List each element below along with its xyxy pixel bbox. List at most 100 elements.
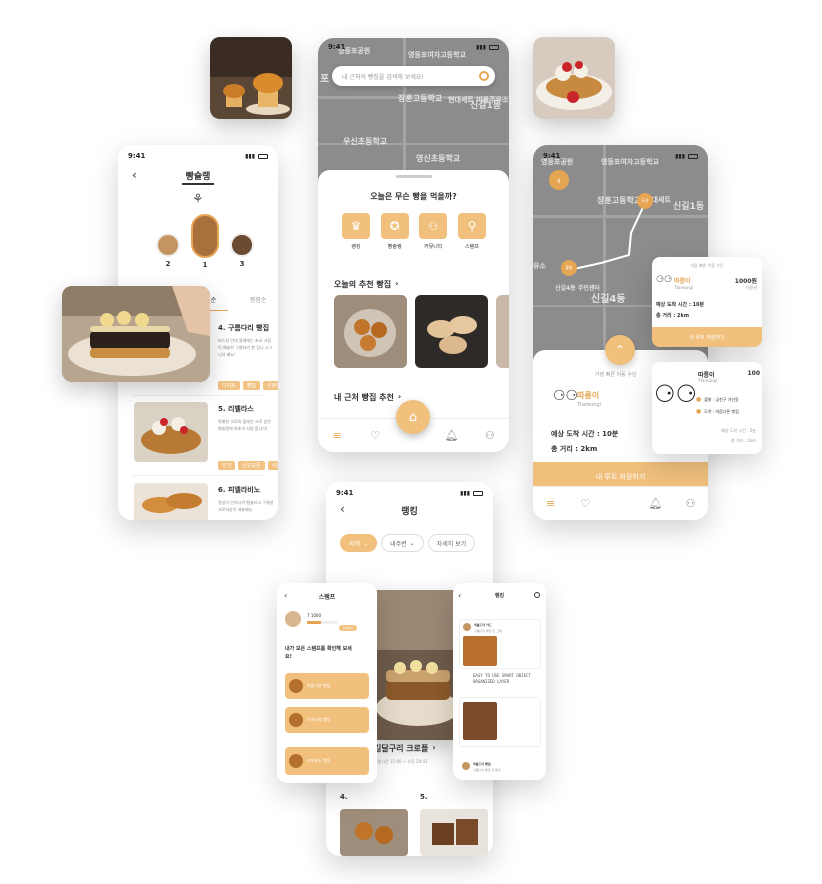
- tab-label: 평점순: [249, 297, 267, 304]
- transport-sub: Ttareungi: [577, 402, 602, 408]
- podium-1[interactable]: 1: [191, 214, 219, 269]
- filter-region[interactable]: 지역 ⌄: [340, 534, 378, 552]
- status-bar: 9:41 ▮▮▮: [336, 487, 483, 499]
- people-icon[interactable]: ⚇: [483, 429, 497, 443]
- category-stamp[interactable]: ⚲ 스탬프: [457, 213, 486, 250]
- map-label: 포: [320, 74, 330, 85]
- category-label: 빵슐랭: [387, 244, 402, 250]
- avatar: [156, 233, 180, 257]
- sheet-question: 오늘은 무슨 빵을 먹을까?: [370, 192, 457, 201]
- stamp-card[interactable]: 포포분도 빵집: [285, 747, 369, 775]
- rank-number: 2: [165, 260, 171, 268]
- avatar: [462, 762, 470, 770]
- chevron-right-icon: ›: [395, 279, 399, 288]
- list-item-image: [134, 483, 208, 520]
- category-label: 스탬프: [465, 244, 479, 250]
- coupon-badge-label: 쿠폰받기: [342, 626, 354, 630]
- search-icon[interactable]: [479, 71, 489, 81]
- avatar: [289, 754, 303, 768]
- chevron-up-icon: ⌃: [614, 343, 626, 357]
- popup-save-label: 내 루트 저장하기: [689, 334, 725, 341]
- back-button[interactable]: ‹: [549, 170, 569, 190]
- muffin-photo: [210, 37, 292, 119]
- list-item[interactable]: 마을드라 카드 구름다리 빵집 전 그룹: [459, 619, 541, 669]
- rank-number: 5.: [420, 793, 428, 801]
- podium-3[interactable]: 3: [230, 233, 254, 268]
- popup-save-button[interactable]: 내 루트 저장하기: [652, 327, 762, 347]
- popup-title: 가장 빠른 이동 수단: [690, 263, 724, 268]
- heart-icon[interactable]: ♡: [368, 429, 382, 443]
- category-community[interactable]: ⚇ 커뮤니티: [419, 213, 448, 250]
- home-map[interactable]: 영등포공원 영등포여자고등학교 포 장훈고등학교 현대세트 마을주유소 신길1동…: [318, 38, 509, 183]
- search-icon[interactable]: [534, 592, 540, 598]
- destination-pin[interactable]: 도착: [637, 193, 653, 209]
- podium-2[interactable]: 2: [156, 233, 180, 268]
- menu-icon[interactable]: ≡: [330, 429, 344, 443]
- status-icons: ▮▮▮: [460, 490, 483, 497]
- chevron-down-icon: ⌄: [363, 539, 369, 547]
- bike-icon: ⚆⚆: [656, 275, 673, 285]
- page-title: 랭킹: [401, 507, 418, 517]
- bell-icon[interactable]: 🔔︎: [445, 429, 459, 443]
- sheet-handle[interactable]: [396, 175, 432, 178]
- popup-price: 100: [747, 370, 760, 377]
- trophy-icon: ♛: [342, 213, 370, 239]
- transport-popup-1: 가장 빠른 이동 수단 ⚆⚆ 따릉이 Ttareungi 1000원 이용권 예…: [652, 257, 762, 347]
- today-card-2[interactable]: [415, 295, 488, 368]
- stamp-card[interactable]: 마을나본 빵집: [285, 673, 369, 699]
- expand-button[interactable]: ⌃: [605, 335, 635, 365]
- search-bar[interactable]: 내 근처의 빵집을 검색해 보세요!: [332, 66, 495, 86]
- divider: [132, 475, 264, 476]
- category-label: 커뮤니티: [424, 244, 443, 250]
- bread-icon: ⌂: [408, 409, 418, 425]
- filter-nearby[interactable]: 내주변 ⌄: [381, 534, 424, 552]
- section-today-title: 오늘의 추천 빵집: [334, 280, 392, 289]
- tab-rating[interactable]: 평점순: [238, 287, 278, 306]
- end-row: ● 도착 : 마음다른 빵집: [696, 408, 739, 415]
- avatar: [191, 214, 219, 258]
- featured-name-row[interactable]: 길달구리 크로플 ›: [374, 743, 436, 754]
- heart-icon[interactable]: ♡: [579, 497, 593, 511]
- stamp-card[interactable]: 아이크림 빵집: [285, 707, 369, 733]
- menu-icon[interactable]: ≡: [544, 497, 558, 511]
- list-item[interactable]: 6. 피엘라비노 정성이 인지시켜 빵슐리고 구워낸 크로와상이 대표메뉴: [118, 481, 278, 520]
- home-screen: 영등포공원 영등포여자고등학교 포 장훈고등학교 현대세트 마을주유소 신길1동…: [318, 38, 509, 452]
- rank-card-image[interactable]: [420, 809, 488, 856]
- list-item[interactable]: 5. 리벨라스 특별한 크로와 플레인 크로 같은 빵슐랭에 최초의 서빙 합니…: [118, 400, 278, 470]
- today-card-1[interactable]: [334, 295, 407, 368]
- people-icon[interactable]: ⚇: [684, 497, 698, 511]
- tag-row: 인기신규오픈사업: [218, 452, 278, 471]
- popup-distance: 총 거리 : 2km: [731, 438, 756, 443]
- rank-card-image[interactable]: [340, 809, 408, 856]
- status-bar: 9:41 ▮▮▮: [128, 150, 268, 162]
- bell-icon[interactable]: 🔔︎: [649, 497, 663, 511]
- status-icons: ▮▮▮: [476, 44, 499, 51]
- center-fab[interactable]: ⌂: [396, 400, 430, 434]
- list-item[interactable]: [459, 697, 541, 747]
- coupon-badge[interactable]: 쿠폰받기: [339, 625, 357, 631]
- avatar: [230, 233, 254, 257]
- progress-bar: [307, 621, 337, 624]
- stamp-card-label: 아이크림 빵집: [307, 717, 331, 722]
- location-pin-icon: ●: [696, 408, 702, 415]
- page-title: 랭킹: [494, 593, 505, 599]
- today-card-3[interactable]: [496, 295, 509, 368]
- avatar: [289, 679, 303, 693]
- filter-row: 지역 ⌄ 내주변 ⌄ 자세히 보기: [340, 534, 476, 552]
- origin-pin[interactable]: 출발: [561, 260, 577, 276]
- featured-meta: 영업시간 11:00 ~ 오후 20:41: [374, 759, 428, 764]
- home-bottom-sheet: 오늘은 무슨 빵을 먹을까? ♛ 랭킹 ✪ 빵슐랭 ⚇ 커뮤니티 ⚲ 스탬프 오…: [318, 170, 509, 420]
- chevron-right-icon: ›: [397, 392, 402, 401]
- transport-popup-2: ⚆⚆ 따릉이 Ttareungi 100 ● 출발 : 금천구 가산동 ● 도착…: [652, 362, 762, 454]
- tag: 인기: [218, 461, 236, 470]
- divider: [132, 395, 264, 396]
- map-label: 영신초등학교: [416, 154, 461, 163]
- popup-price-sub: 이용권: [745, 285, 757, 290]
- filter-detail[interactable]: 자세히 보기: [427, 534, 476, 552]
- category-michelin[interactable]: ✪ 빵슐랭: [380, 213, 409, 250]
- category-ranking[interactable]: ♛ 랭킹: [342, 213, 370, 250]
- overlay-text: EASY TO USE SMART OBJECT ORGANIZED LAYER: [473, 673, 531, 684]
- section-today-header[interactable]: 오늘의 추천 빵집 ›: [334, 279, 398, 290]
- list-item[interactable]: 마을드라 빵집 구름다리 빵집 전 빵집: [459, 759, 541, 777]
- section-nearby-header[interactable]: 내 근처 빵집 추천 ›: [334, 392, 401, 403]
